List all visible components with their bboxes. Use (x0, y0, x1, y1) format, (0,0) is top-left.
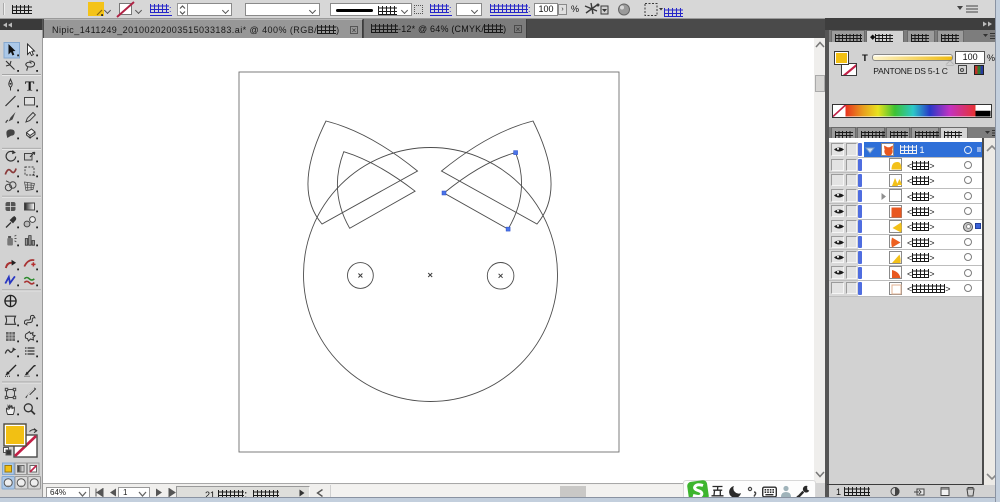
svg-text:T: T (25, 80, 35, 95)
